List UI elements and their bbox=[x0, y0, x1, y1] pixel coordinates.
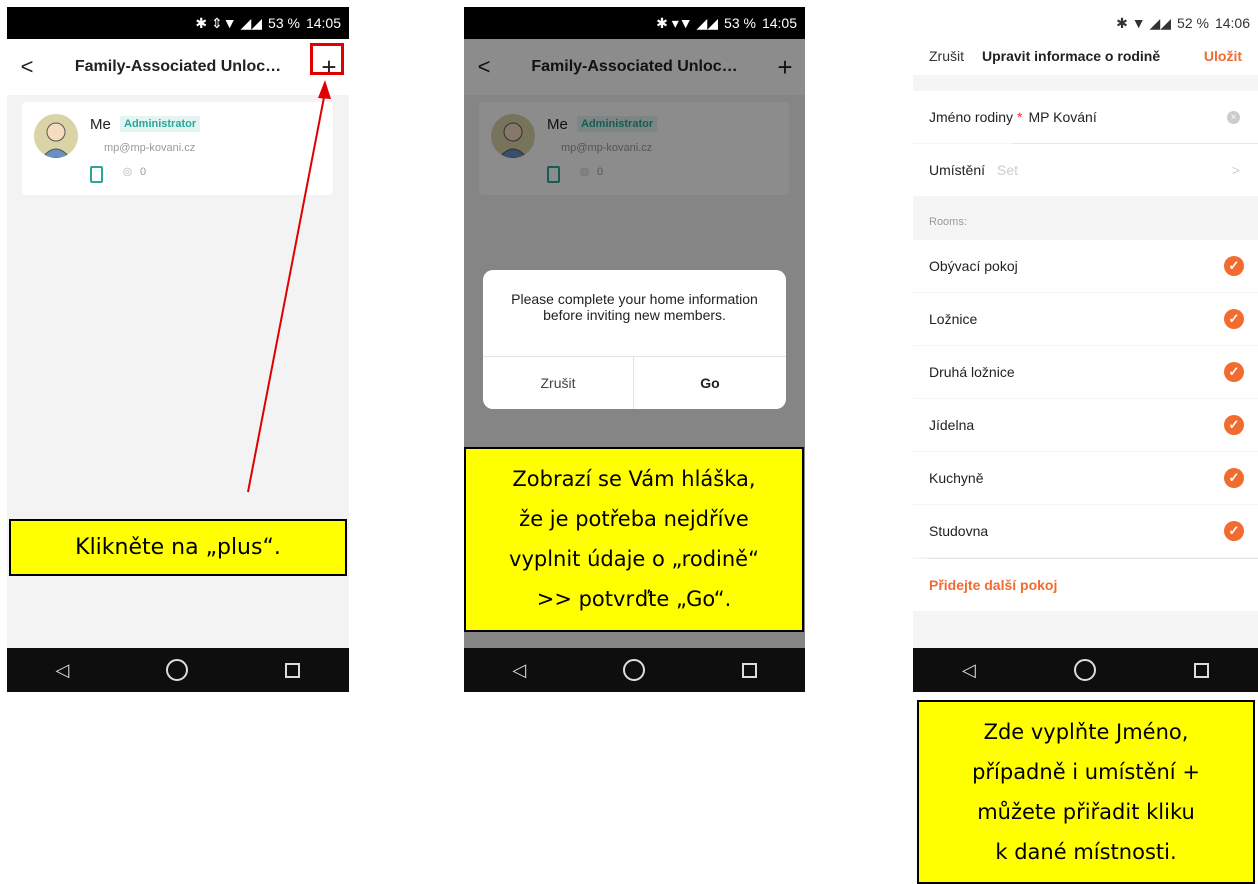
chevron-right-icon: > bbox=[1231, 162, 1240, 178]
room-row[interactable]: Obývací pokoj ✓ bbox=[913, 240, 1258, 292]
check-icon[interactable]: ✓ bbox=[1224, 468, 1244, 488]
nav-back-icon[interactable]: ◁ bbox=[56, 660, 70, 681]
status-icons: ✱ ▼ ◢◢ bbox=[1116, 14, 1172, 31]
nav-home-icon[interactable] bbox=[166, 659, 189, 681]
callout-line-1: Zde vyplňte Jméno, bbox=[983, 720, 1189, 744]
callout-text: Klikněte na „plus“. bbox=[75, 535, 281, 560]
room-name: Druhá ložnice bbox=[929, 364, 1015, 380]
callout-line-2: že je potřeba nejdříve bbox=[519, 507, 749, 531]
required-marker: * bbox=[1017, 109, 1023, 125]
check-icon[interactable]: ✓ bbox=[1224, 256, 1244, 276]
edit-header: Zrušit Upravit informace o rodině Uložit bbox=[913, 39, 1258, 75]
dialog-go-button[interactable]: Go bbox=[634, 357, 786, 409]
room-name: Ložnice bbox=[929, 311, 978, 327]
nav-home-icon[interactable] bbox=[622, 659, 645, 681]
system-nav-bar: ◁ bbox=[7, 648, 349, 692]
room-row[interactable]: Druhá ložnice ✓ bbox=[913, 346, 1258, 398]
room-name: Obývací pokoj bbox=[929, 258, 1018, 274]
callout-line-4: >> potvrďte „Go“. bbox=[536, 587, 732, 611]
location-placeholder: Set bbox=[997, 162, 1019, 178]
status-icons: ✱ ▾▼ ◢◢ bbox=[656, 14, 719, 31]
callout-line-1: Zobrazí se Vám hláška, bbox=[512, 467, 756, 491]
cancel-button[interactable]: Zrušit bbox=[929, 48, 964, 64]
rooms-section-label: Rooms: bbox=[929, 216, 967, 228]
nav-recent-icon[interactable] bbox=[741, 662, 757, 678]
room-name: Studovna bbox=[929, 523, 989, 539]
family-name-input[interactable]: MP Kování bbox=[1029, 109, 1097, 125]
room-name: Kuchyně bbox=[929, 470, 984, 486]
family-name-row[interactable]: Jméno rodiny * MP Kování × bbox=[913, 91, 1258, 143]
room-name: Jídelna bbox=[929, 417, 975, 433]
location-label: Umístění bbox=[929, 162, 986, 178]
callout-line-3: můžete přiřadit kliku bbox=[977, 800, 1195, 824]
dialog: Please complete your home information be… bbox=[483, 270, 786, 409]
nav-back-icon[interactable]: ◁ bbox=[962, 660, 976, 681]
room-row[interactable]: Ložnice ✓ bbox=[913, 293, 1258, 345]
check-icon[interactable]: ✓ bbox=[1224, 362, 1244, 382]
clear-icon[interactable]: × bbox=[1227, 110, 1240, 124]
check-icon[interactable]: ✓ bbox=[1224, 521, 1244, 541]
room-row[interactable]: Jídelna ✓ bbox=[913, 399, 1258, 451]
room-row[interactable]: Studovna ✓ bbox=[913, 505, 1258, 557]
save-button[interactable]: Uložit bbox=[1204, 48, 1242, 64]
page-title: Upravit informace o rodině bbox=[982, 48, 1161, 64]
callout-step-1: Klikněte na „plus“. bbox=[9, 519, 347, 576]
nav-recent-icon[interactable] bbox=[1193, 662, 1209, 678]
check-icon[interactable]: ✓ bbox=[1224, 309, 1244, 329]
nav-recent-icon[interactable] bbox=[285, 662, 301, 678]
callout-step-3: Zde vyplňte Jméno, případně i umístění +… bbox=[917, 700, 1255, 884]
callout-line-3: vyplnit údaje o „rodině“ bbox=[509, 547, 759, 571]
callout-line-2: případně i umístění + bbox=[972, 760, 1200, 784]
nav-back-icon[interactable]: ◁ bbox=[512, 660, 526, 681]
callout-step-2: Zobrazí se Vám hláška, že je potřeba nej… bbox=[464, 447, 804, 632]
dialog-cancel-button[interactable]: Zrušit bbox=[483, 357, 634, 409]
add-room-label: Přidejte další pokoj bbox=[929, 577, 1058, 593]
phone-screen-3: ✱ ▼ ◢◢ 52 % 14:06 Zrušit Upravit informa… bbox=[913, 7, 1258, 692]
dialog-message: Please complete your home information be… bbox=[511, 291, 758, 323]
add-room-button[interactable]: Přidejte další pokoj bbox=[913, 559, 1258, 611]
system-nav-bar: ◁ bbox=[464, 648, 805, 692]
battery-level: 53 % bbox=[724, 15, 756, 31]
battery-level: 52 % bbox=[1177, 15, 1209, 31]
status-bar: ✱ ▾▼ ◢◢ 53 % 14:05 bbox=[464, 7, 805, 39]
arrow-annotation bbox=[247, 80, 331, 493]
check-icon[interactable]: ✓ bbox=[1224, 415, 1244, 435]
location-row[interactable]: Umístění Set > bbox=[913, 144, 1258, 196]
clock: 14:06 bbox=[1214, 15, 1250, 31]
room-row[interactable]: Kuchyně ✓ bbox=[913, 452, 1258, 504]
callout-line-4: k dané místnosti. bbox=[995, 840, 1177, 864]
family-name-label: Jméno rodiny bbox=[929, 109, 1014, 125]
status-bar: ✱ ▼ ◢◢ 52 % 14:06 bbox=[913, 7, 1258, 39]
nav-home-icon[interactable] bbox=[1073, 659, 1096, 681]
system-nav-bar: ◁ bbox=[913, 648, 1258, 692]
clock: 14:05 bbox=[761, 15, 797, 31]
